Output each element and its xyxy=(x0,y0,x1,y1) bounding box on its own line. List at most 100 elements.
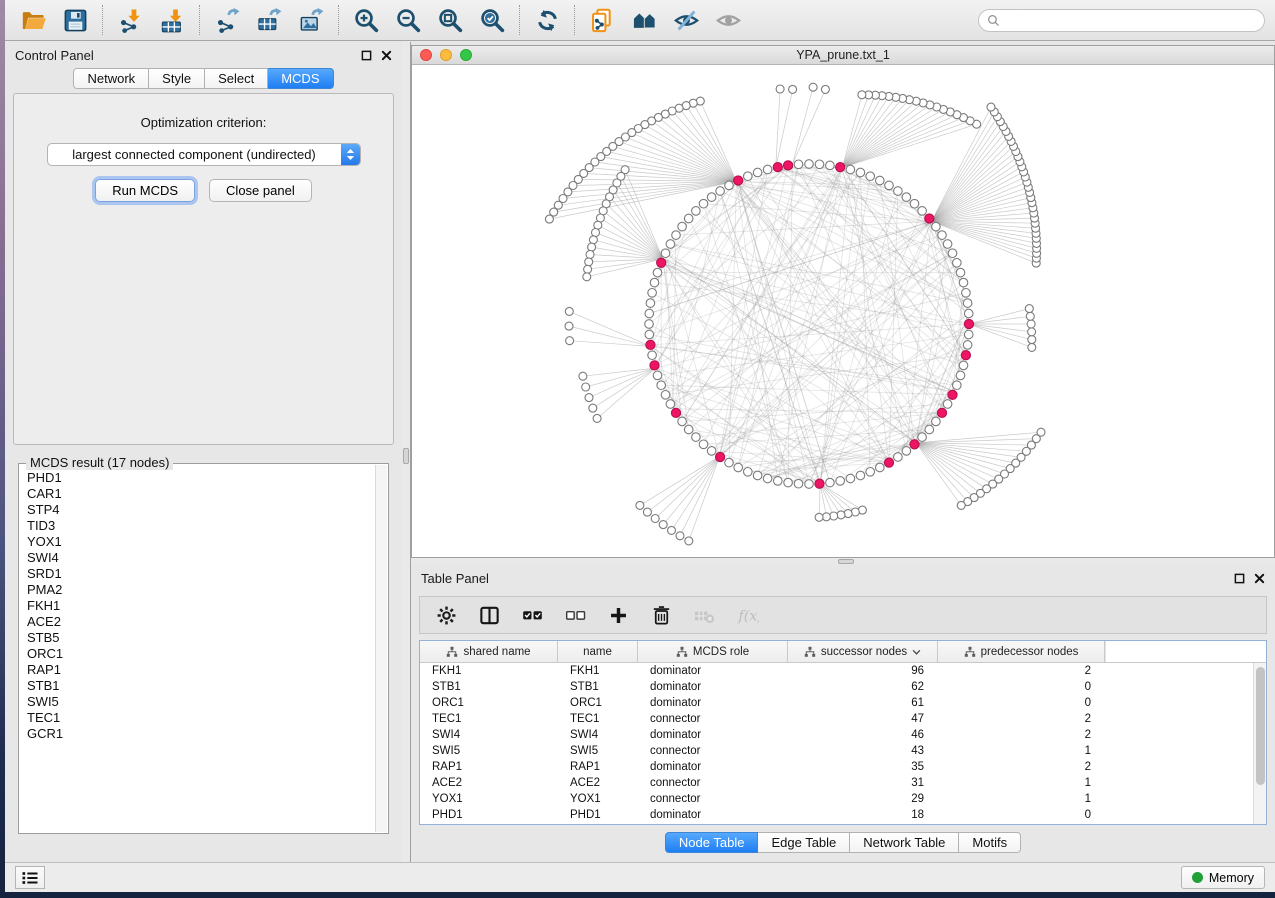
open-file-button[interactable] xyxy=(15,3,51,37)
tab-node-table[interactable]: Node Table xyxy=(665,832,759,853)
import-network-button[interactable] xyxy=(112,3,148,37)
memory-button[interactable]: Memory xyxy=(1181,866,1265,889)
node-table: shared namenameMCDS rolesuccessor nodesp… xyxy=(419,640,1267,825)
deselect-all-icon xyxy=(564,604,587,627)
select-all-button[interactable] xyxy=(518,601,546,629)
table-row[interactable]: STB1STB1dominator620 xyxy=(420,679,1266,695)
columns-button[interactable] xyxy=(475,601,503,629)
table-row[interactable]: ACE2ACE2connector311 xyxy=(420,775,1266,791)
clone-network-button[interactable] xyxy=(584,3,620,37)
settings-button[interactable] xyxy=(432,601,460,629)
column-header-name[interactable]: name xyxy=(558,641,638,662)
table-row[interactable]: SWI4SWI4dominator462 xyxy=(420,727,1266,743)
close-panel-icon[interactable] xyxy=(381,50,392,61)
mcds-result-item[interactable]: SWI4 xyxy=(27,550,367,566)
column-type-icon xyxy=(676,646,688,658)
mcds-result-item[interactable]: STP4 xyxy=(27,502,367,518)
close-panel-button[interactable]: Close panel xyxy=(209,179,312,202)
memory-status-icon xyxy=(1192,872,1203,883)
import-table-button[interactable] xyxy=(154,3,190,37)
mcds-result-item[interactable]: TEC1 xyxy=(27,710,367,726)
table-row[interactable]: FKH1FKH1dominator962 xyxy=(420,663,1266,679)
column-header-predecessor-nodes[interactable]: predecessor nodes xyxy=(938,641,1105,662)
tab-motifs[interactable]: Motifs xyxy=(959,832,1021,853)
mcds-result-item[interactable]: PMA2 xyxy=(27,582,367,598)
tab-select[interactable]: Select xyxy=(205,68,268,89)
add-button[interactable] xyxy=(604,601,632,629)
deselect-all-button[interactable] xyxy=(561,601,589,629)
column-header-MCDS-role[interactable]: MCDS role xyxy=(638,641,788,662)
tab-mcds[interactable]: MCDS xyxy=(268,68,333,89)
mcds-result-item[interactable]: ORC1 xyxy=(27,646,367,662)
show-all-button[interactable] xyxy=(710,3,746,37)
table-panel: Table Panel f(x) shared namenameMCDS rol… xyxy=(411,565,1275,862)
delete-button[interactable] xyxy=(647,601,675,629)
optimization-select[interactable]: largest connected component (undirected) xyxy=(47,143,361,166)
mcds-result-item[interactable]: RAP1 xyxy=(27,662,367,678)
mcds-result-item[interactable]: TID3 xyxy=(27,518,367,534)
export-image-icon xyxy=(298,7,325,34)
optimization-value: largest connected component (undirected) xyxy=(48,147,341,162)
splitter-grip[interactable] xyxy=(403,448,409,464)
table-row[interactable]: RAP1RAP1dominator352 xyxy=(420,759,1266,775)
hide-unselected-button[interactable] xyxy=(668,3,704,37)
export-image-button[interactable] xyxy=(293,3,329,37)
mcds-result-item[interactable]: STB1 xyxy=(27,678,367,694)
search-input[interactable] xyxy=(1005,13,1256,27)
splitter-grip[interactable] xyxy=(838,559,854,564)
table-scrollbar[interactable] xyxy=(1253,663,1266,824)
float-panel-icon[interactable] xyxy=(361,50,372,61)
mcds-result-item[interactable]: PHD1 xyxy=(27,470,367,486)
network-graph[interactable] xyxy=(412,65,1274,557)
float-panel-icon[interactable] xyxy=(1234,573,1245,584)
mcds-list-scrollbar[interactable] xyxy=(375,465,387,832)
export-table-button[interactable] xyxy=(251,3,287,37)
svg-text:f(x): f(x) xyxy=(737,608,759,624)
cell-shared-name: TEC1 xyxy=(420,713,558,725)
mcds-panel: Optimization criterion: largest connecte… xyxy=(13,93,394,445)
save-session-button[interactable] xyxy=(57,3,93,37)
mcds-result-item[interactable]: STB5 xyxy=(27,630,367,646)
fx-button: f(x) xyxy=(733,601,761,629)
mcds-result-item[interactable]: SRD1 xyxy=(27,566,367,582)
cell-shared-name: YOX1 xyxy=(420,793,558,805)
table-row[interactable]: SWI5SWI5connector431 xyxy=(420,743,1266,759)
table-row[interactable]: PHD1PHD1dominator180 xyxy=(420,807,1266,823)
cell-name: PHD1 xyxy=(558,809,638,821)
open-file-icon xyxy=(20,7,47,34)
refresh-view-button[interactable] xyxy=(529,3,565,37)
mcds-result-item[interactable]: SWI5 xyxy=(27,694,367,710)
tab-network[interactable]: Network xyxy=(73,68,149,89)
mcds-result-item[interactable]: ACE2 xyxy=(27,614,367,630)
zoom-fit-button[interactable] xyxy=(432,3,468,37)
table-row[interactable]: YOX1YOX1connector291 xyxy=(420,791,1266,807)
scrollbar-thumb[interactable] xyxy=(1256,667,1265,785)
cell-name: YOX1 xyxy=(558,793,638,805)
export-network-button[interactable] xyxy=(209,3,245,37)
horizontal-splitter[interactable] xyxy=(411,558,1275,565)
zoom-out-button[interactable] xyxy=(390,3,426,37)
mcds-result-list[interactable]: PHD1CAR1STP4TID3YOX1SWI4SRD1PMA2FKH1ACE2… xyxy=(20,466,374,832)
table-row[interactable]: TEC1TEC1connector472 xyxy=(420,711,1266,727)
tab-edge-table[interactable]: Edge Table xyxy=(758,832,850,853)
close-panel-icon[interactable] xyxy=(1254,573,1265,584)
search-box[interactable] xyxy=(978,9,1265,32)
column-header-shared-name[interactable]: shared name xyxy=(420,641,558,662)
cell-name: ORC1 xyxy=(558,697,638,709)
tab-style[interactable]: Style xyxy=(149,68,205,89)
zoom-selected-button[interactable] xyxy=(474,3,510,37)
vertical-splitter[interactable] xyxy=(402,42,411,862)
mcds-result-item[interactable]: YOX1 xyxy=(27,534,367,550)
overview-window-button[interactable] xyxy=(626,3,662,37)
network-canvas[interactable] xyxy=(412,65,1274,557)
mcds-result-item[interactable]: FKH1 xyxy=(27,598,367,614)
table-row[interactable]: ORC1ORC1dominator610 xyxy=(420,695,1266,711)
tab-network-table[interactable]: Network Table xyxy=(850,832,959,853)
task-history-button[interactable] xyxy=(15,866,45,889)
run-mcds-button[interactable]: Run MCDS xyxy=(95,179,195,202)
zoom-in-button[interactable] xyxy=(348,3,384,37)
mcds-result-item[interactable]: GCR1 xyxy=(27,726,367,742)
column-header-successor-nodes[interactable]: successor nodes xyxy=(788,641,938,662)
column-type-icon xyxy=(446,646,458,658)
mcds-result-item[interactable]: CAR1 xyxy=(27,486,367,502)
